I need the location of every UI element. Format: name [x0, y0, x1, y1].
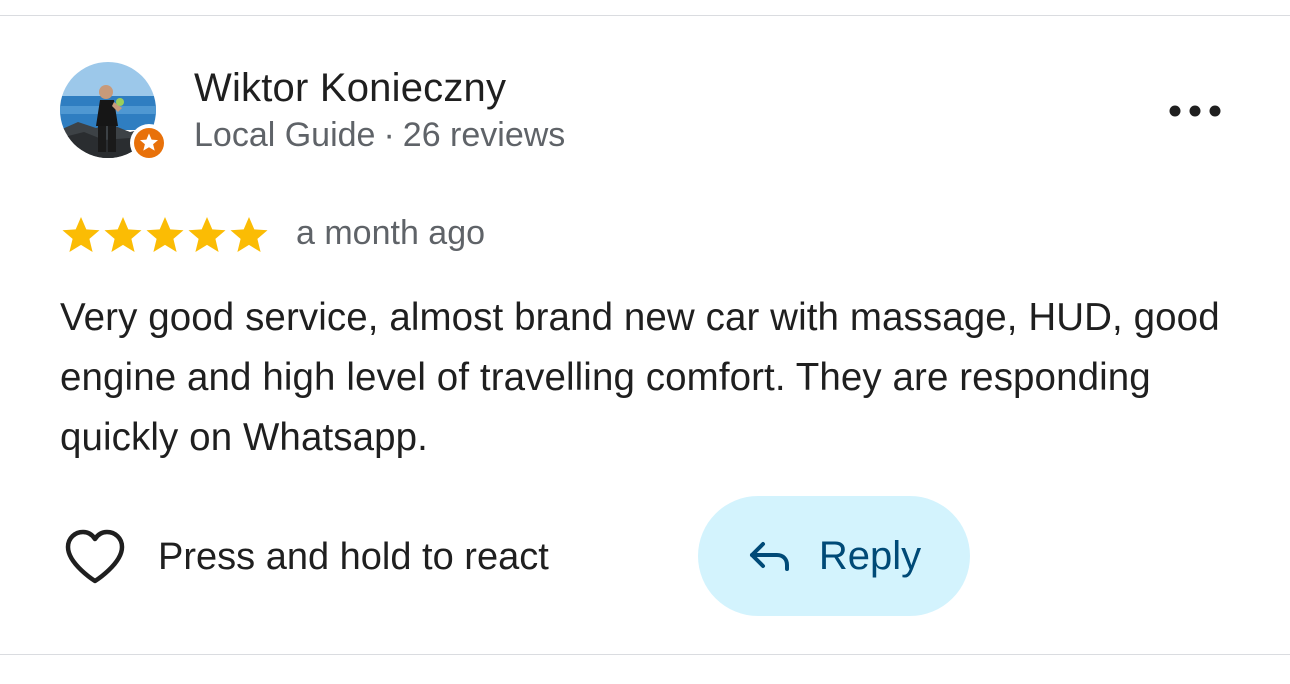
local-guide-label: Local Guide: [194, 116, 376, 154]
author-name[interactable]: Wiktor Konieczny: [194, 66, 506, 111]
review-text: Very good service, almost brand new car …: [60, 296, 1220, 459]
react-label: Press and hold to react: [158, 535, 549, 578]
star-rating: [60, 214, 270, 256]
heart-outline-icon: [65, 529, 125, 584]
review-timestamp: a month ago: [296, 214, 486, 252]
reply-arrow-icon: [749, 542, 789, 571]
reply-label: Reply: [818, 533, 922, 578]
star-icon: [230, 217, 268, 252]
star-icon: [188, 217, 226, 252]
star-icon: [62, 217, 100, 252]
more-options-icon: [1169, 105, 1221, 117]
author-avatar-group[interactable]: [60, 62, 170, 162]
author-meta: Local Guide · 26 reviews: [194, 116, 565, 155]
top-divider: [0, 15, 1290, 16]
star-icon: [104, 217, 142, 252]
reply-button[interactable]: Reply: [698, 496, 970, 616]
local-guide-star-icon: [131, 125, 167, 161]
review-count: 26 reviews: [402, 116, 566, 154]
bottom-divider: [0, 654, 1290, 655]
star-icon: [146, 217, 184, 252]
meta-separator: ·: [383, 116, 395, 154]
react-button[interactable]: Press and hold to react: [62, 522, 549, 592]
local-guide-badge: [130, 124, 168, 162]
more-options-button[interactable]: [1160, 88, 1230, 134]
